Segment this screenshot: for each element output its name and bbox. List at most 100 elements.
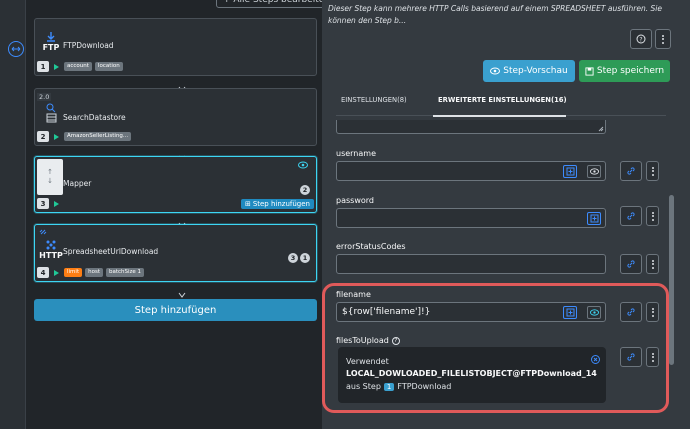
step-description: Dieser Step kann mehrere HTTP Calls basi… <box>328 4 662 25</box>
step-save-button[interactable]: Step speichern <box>579 60 670 82</box>
left-strip <box>0 0 26 429</box>
step-title: SpreadsheetUrlDownload <box>63 247 159 256</box>
chip-batchsize: batchSize 1 <box>105 268 145 277</box>
add-step-inline-label: Step hinzufügen <box>252 200 310 208</box>
plus-icon: ⊞ <box>244 200 251 208</box>
play-icon[interactable] <box>54 269 59 276</box>
settings-tabs: EINSTELLUNGEN(8) ERWEITERTE EINSTELLUNGE… <box>336 90 666 117</box>
more-options-button[interactable] <box>655 29 671 49</box>
from-step-name: FTPDownload <box>397 382 452 391</box>
tab-erweiterte-einstellungen[interactable]: ERWEITERTE EINSTELLUNGEN(16) <box>438 96 567 104</box>
resize-handle-icon[interactable] <box>598 126 604 132</box>
chip-host: host <box>85 268 103 277</box>
link-icon <box>627 308 635 316</box>
mapper-icon: ↑ ↓ <box>37 159 63 195</box>
play-icon[interactable] <box>54 200 59 207</box>
version-badge: 2.0 <box>37 93 52 101</box>
steps-panel: + Alle Steps bearbeiten FTP FTPDownload … <box>26 0 340 429</box>
step-number: 2 <box>37 131 49 142</box>
step-title: SearchDatastore <box>63 113 126 122</box>
step-card-ftpdownload[interactable]: FTP FTPDownload 1 account location <box>34 18 317 76</box>
tab-einstellungen[interactable]: EINSTELLUNGEN(8) <box>341 96 407 104</box>
chip-account: account <box>64 62 92 71</box>
previous-textarea[interactable] <box>336 120 606 134</box>
step-card-mapper[interactable]: ↑ ↓ Mapper 2 3 ⊞ Step hinzufügen <box>34 156 317 213</box>
from-step-prefix: aus Step <box>346 382 381 391</box>
step-settings-panel: Dieser Step kann mehrere HTTP Calls basi… <box>322 0 690 429</box>
link-button[interactable] <box>620 206 642 226</box>
chip-location: location <box>94 62 123 71</box>
step-card-spreadsheeturldownload[interactable]: HTTP SpreadsheetUrlDownload 3 1 4 limit … <box>34 224 317 282</box>
chevron-down-icon <box>178 147 186 161</box>
insert-variable-icon[interactable] <box>563 306 577 319</box>
step-footer: 3 <box>37 198 61 209</box>
step-number: 1 <box>37 61 49 72</box>
chip-amazon: AmazonSellerListing... <box>64 132 132 141</box>
insert-variable-icon[interactable] <box>587 212 601 225</box>
filestoupload-label-text: filesToUpload <box>336 336 389 345</box>
show-password-icon[interactable] <box>587 165 601 178</box>
remove-variable-icon[interactable] <box>591 355 600 364</box>
count-badge: 2 <box>300 185 310 195</box>
count-badge: 3 <box>288 253 298 263</box>
count-badge: 1 <box>300 253 310 263</box>
username-label: username <box>336 149 376 158</box>
used-from-step: aus Step 1 FTPDownload <box>346 382 451 391</box>
link-icon <box>627 167 635 175</box>
step-footer: 1 account location <box>37 61 123 72</box>
link-icon <box>627 353 635 361</box>
field-more-button[interactable] <box>646 347 659 367</box>
used-variable-box: Verwendet LOCAL_DOWLOADED_FILELISTOBJECT… <box>338 347 606 403</box>
step-card-searchdatastore[interactable]: 2.0 SearchDatastore 2 AmazonSellerListin… <box>34 88 317 146</box>
help-icon[interactable]: ? <box>391 336 400 345</box>
svg-text:?: ? <box>639 37 642 44</box>
password-label: password <box>336 196 374 205</box>
step-title: Mapper <box>63 179 92 188</box>
scrollbar-thumb[interactable] <box>669 195 674 365</box>
username-field[interactable] <box>336 161 606 181</box>
step-footer: 4 limit host batchSize 1 <box>37 267 145 278</box>
step-number: 3 <box>37 198 49 209</box>
collapse-sidebar-icon[interactable] <box>8 41 24 57</box>
used-variable-name: LOCAL_DOWLOADED_FILELISTOBJECT@FTPDownlo… <box>346 369 597 378</box>
link-icon <box>627 212 635 220</box>
insert-variable-icon[interactable] <box>563 165 577 178</box>
preview-value-icon[interactable] <box>587 306 601 319</box>
play-icon[interactable] <box>54 133 59 140</box>
step-footer: 2 AmazonSellerListing... <box>37 131 132 142</box>
step-save-label: Step speichern <box>596 66 665 76</box>
eye-icon <box>490 67 501 75</box>
help-button[interactable]: ? <box>630 29 652 49</box>
ftp-icon: FTP <box>39 31 63 63</box>
add-step-inline-button[interactable]: ⊞ Step hinzufügen <box>240 199 314 209</box>
used-label: Verwendet <box>346 357 389 366</box>
link-button[interactable] <box>620 302 642 322</box>
link-button[interactable] <box>620 347 642 367</box>
filename-field[interactable]: ${row['filename']!} <box>336 302 606 322</box>
filestoupload-label: filesToUpload ? <box>336 336 400 345</box>
link-icon <box>39 229 47 235</box>
save-icon <box>585 66 594 76</box>
field-more-button[interactable] <box>646 206 659 226</box>
filename-value: ${row['filename']!} <box>342 307 431 317</box>
chip-limit: limit <box>64 268 83 277</box>
step-number: 4 <box>37 267 49 278</box>
link-button[interactable] <box>620 161 642 181</box>
add-step-button[interactable]: Step hinzufügen <box>34 299 317 321</box>
more-vertical-icon <box>662 34 664 44</box>
password-field[interactable] <box>336 208 606 228</box>
link-button[interactable] <box>620 254 642 274</box>
play-icon[interactable] <box>54 63 59 70</box>
eye-icon[interactable] <box>298 161 308 169</box>
active-tab-indicator <box>433 115 566 117</box>
chevron-down-icon <box>178 78 186 92</box>
errorstatuscodes-field[interactable] <box>336 254 606 274</box>
step-preview-button[interactable]: Step-Vorschau <box>483 60 575 82</box>
field-more-button[interactable] <box>646 254 659 274</box>
field-more-button[interactable] <box>646 302 659 322</box>
from-step-number: 1 <box>383 382 395 391</box>
step-preview-label: Step-Vorschau <box>503 66 568 76</box>
question-icon: ? <box>636 34 646 44</box>
link-icon <box>627 260 635 268</box>
field-more-button[interactable] <box>646 161 659 181</box>
